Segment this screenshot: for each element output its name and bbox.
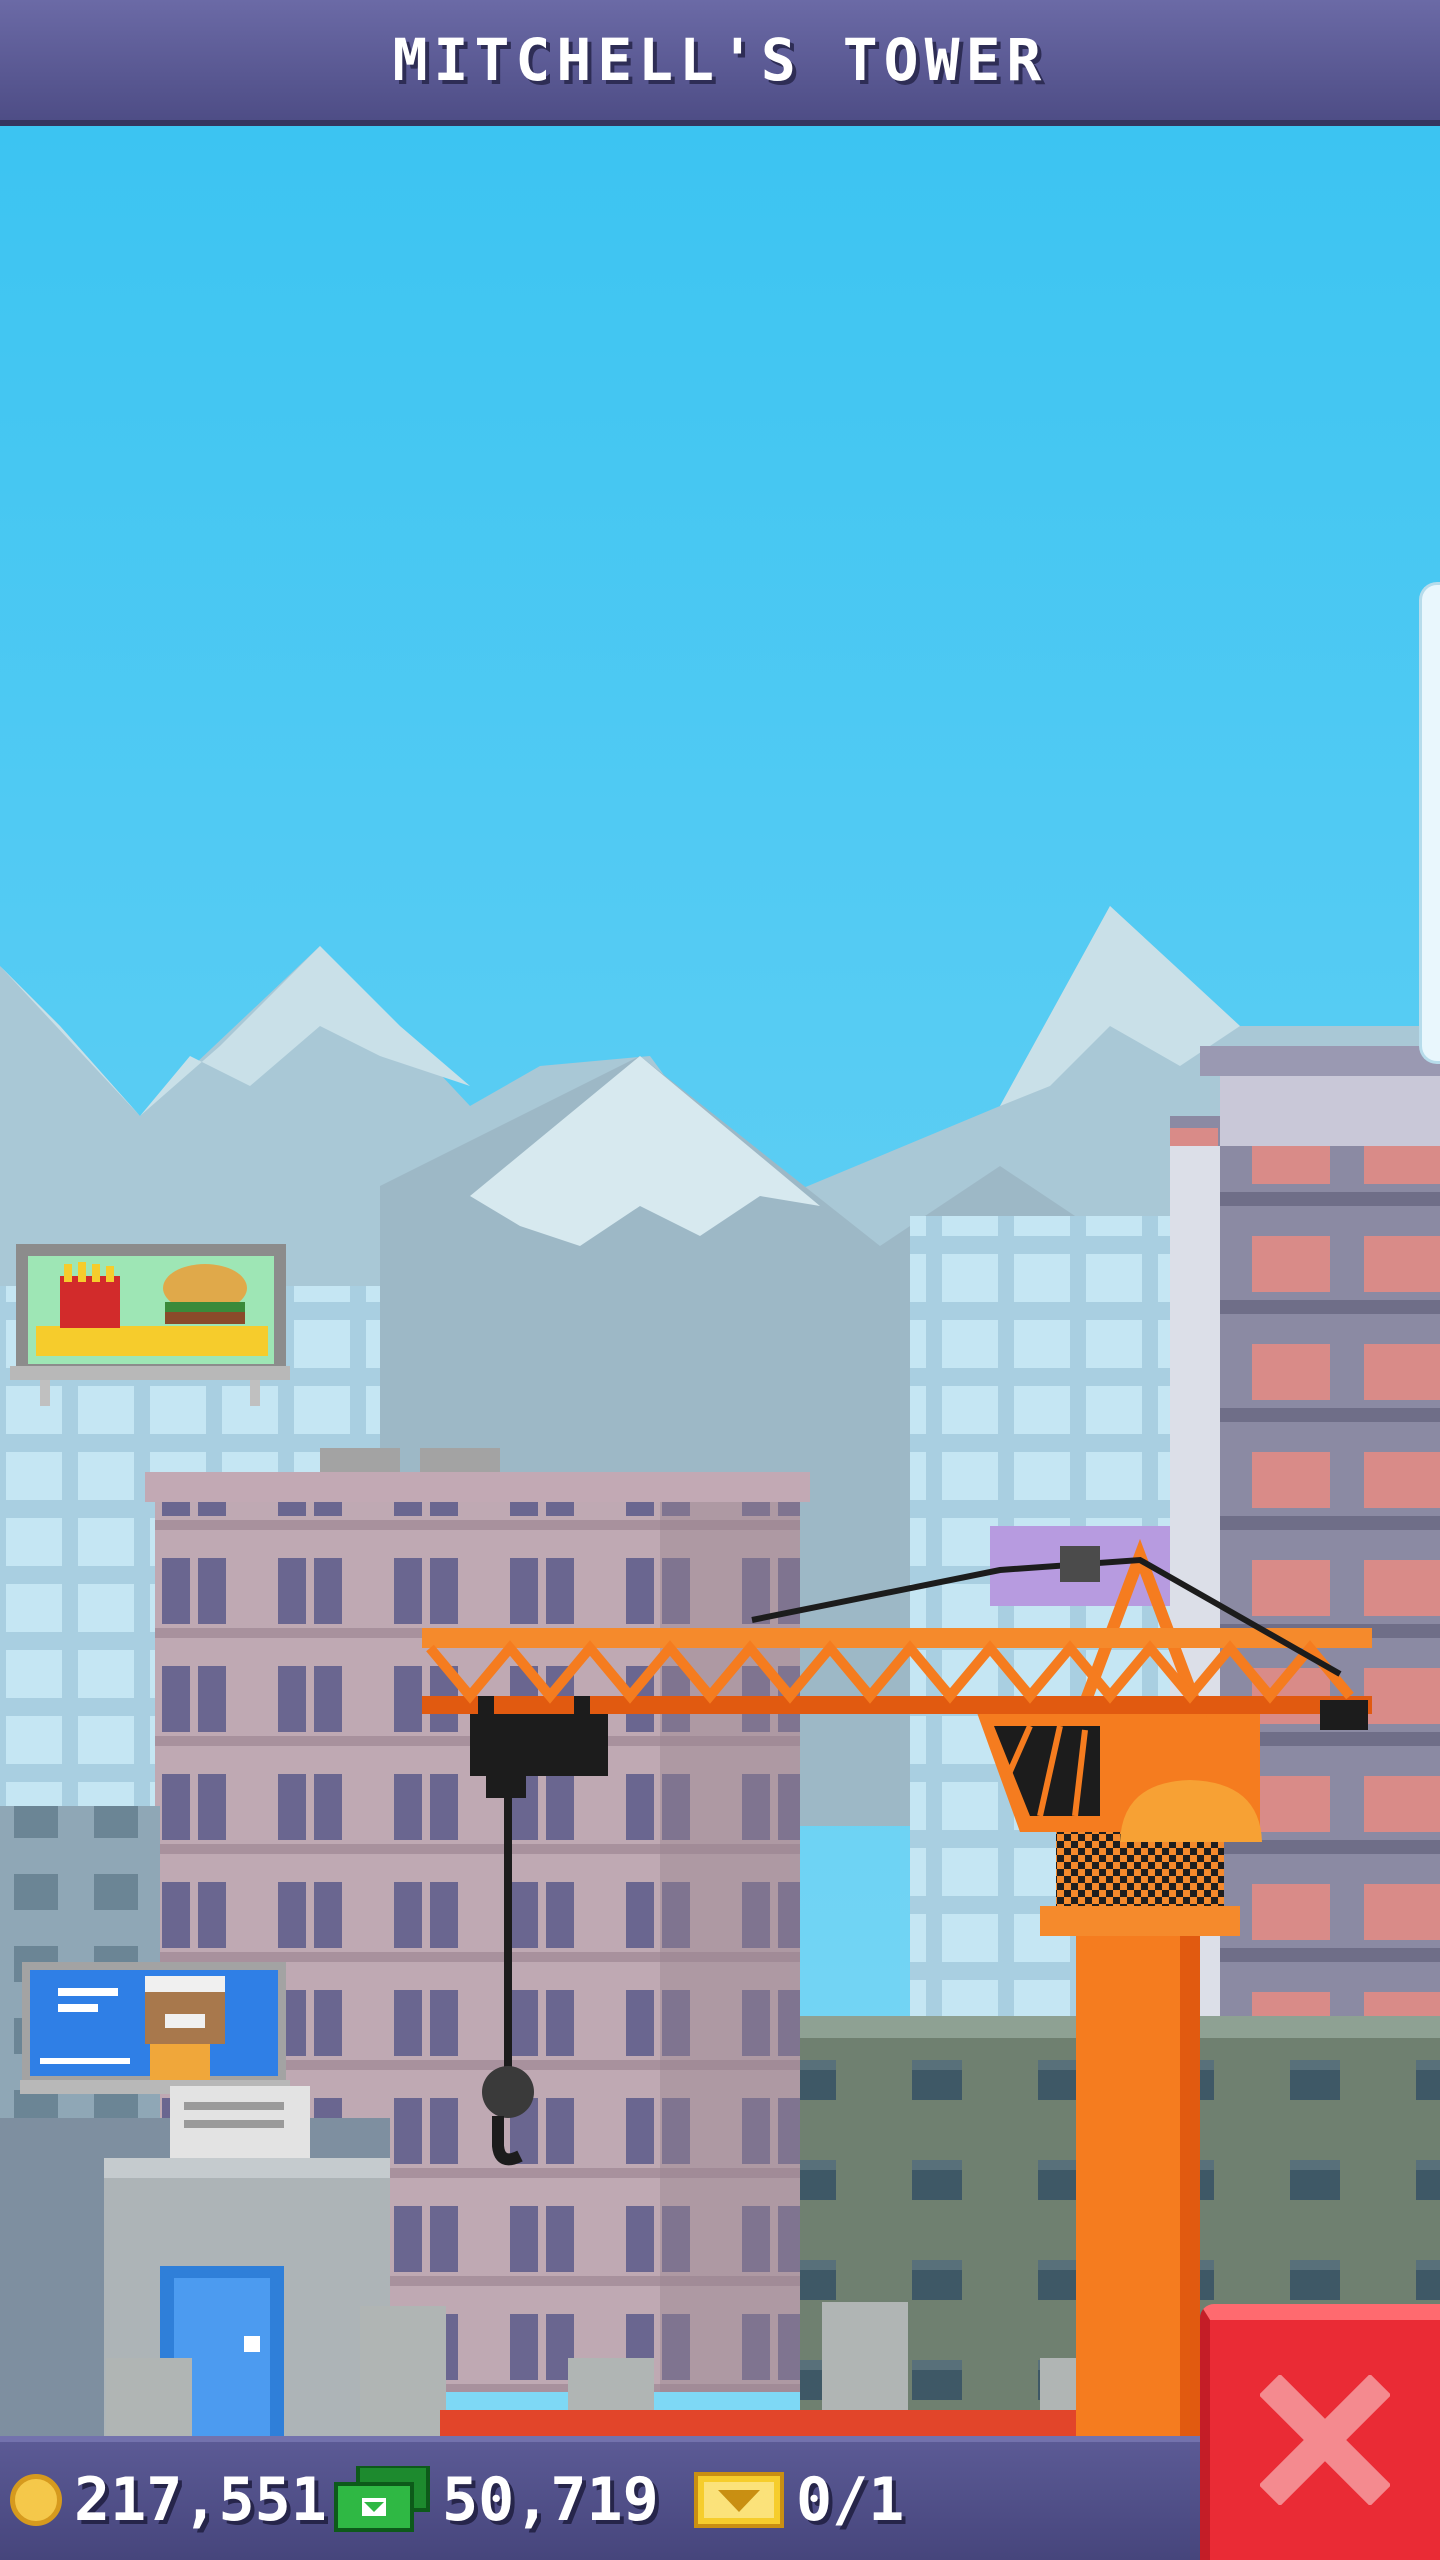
tower-bux-cash-icon: [334, 2464, 430, 2534]
bux-stat[interactable]: 50,719: [334, 2460, 659, 2540]
coins-stat[interactable]: 217,551: [10, 2460, 327, 2540]
gold-coin-icon: [10, 2474, 62, 2526]
bux-value: 50,719: [442, 2465, 659, 2535]
tower-title: MITCHELL'S TOWER: [392, 26, 1048, 94]
game-scene[interactable]: [0, 126, 1440, 2436]
close-x-icon: [1260, 2375, 1390, 2505]
vip-ticket-icon: [694, 2472, 784, 2528]
title-bar: MITCHELL'S TOWER: [0, 0, 1440, 126]
close-button[interactable]: [1200, 2304, 1440, 2560]
coins-value: 217,551: [74, 2465, 327, 2535]
side-scroll-tab[interactable]: [1419, 582, 1440, 1064]
vip-stat[interactable]: 0/1: [694, 2460, 904, 2540]
vip-value: 0/1: [796, 2465, 905, 2535]
city-scene-art: [0, 126, 1440, 2436]
